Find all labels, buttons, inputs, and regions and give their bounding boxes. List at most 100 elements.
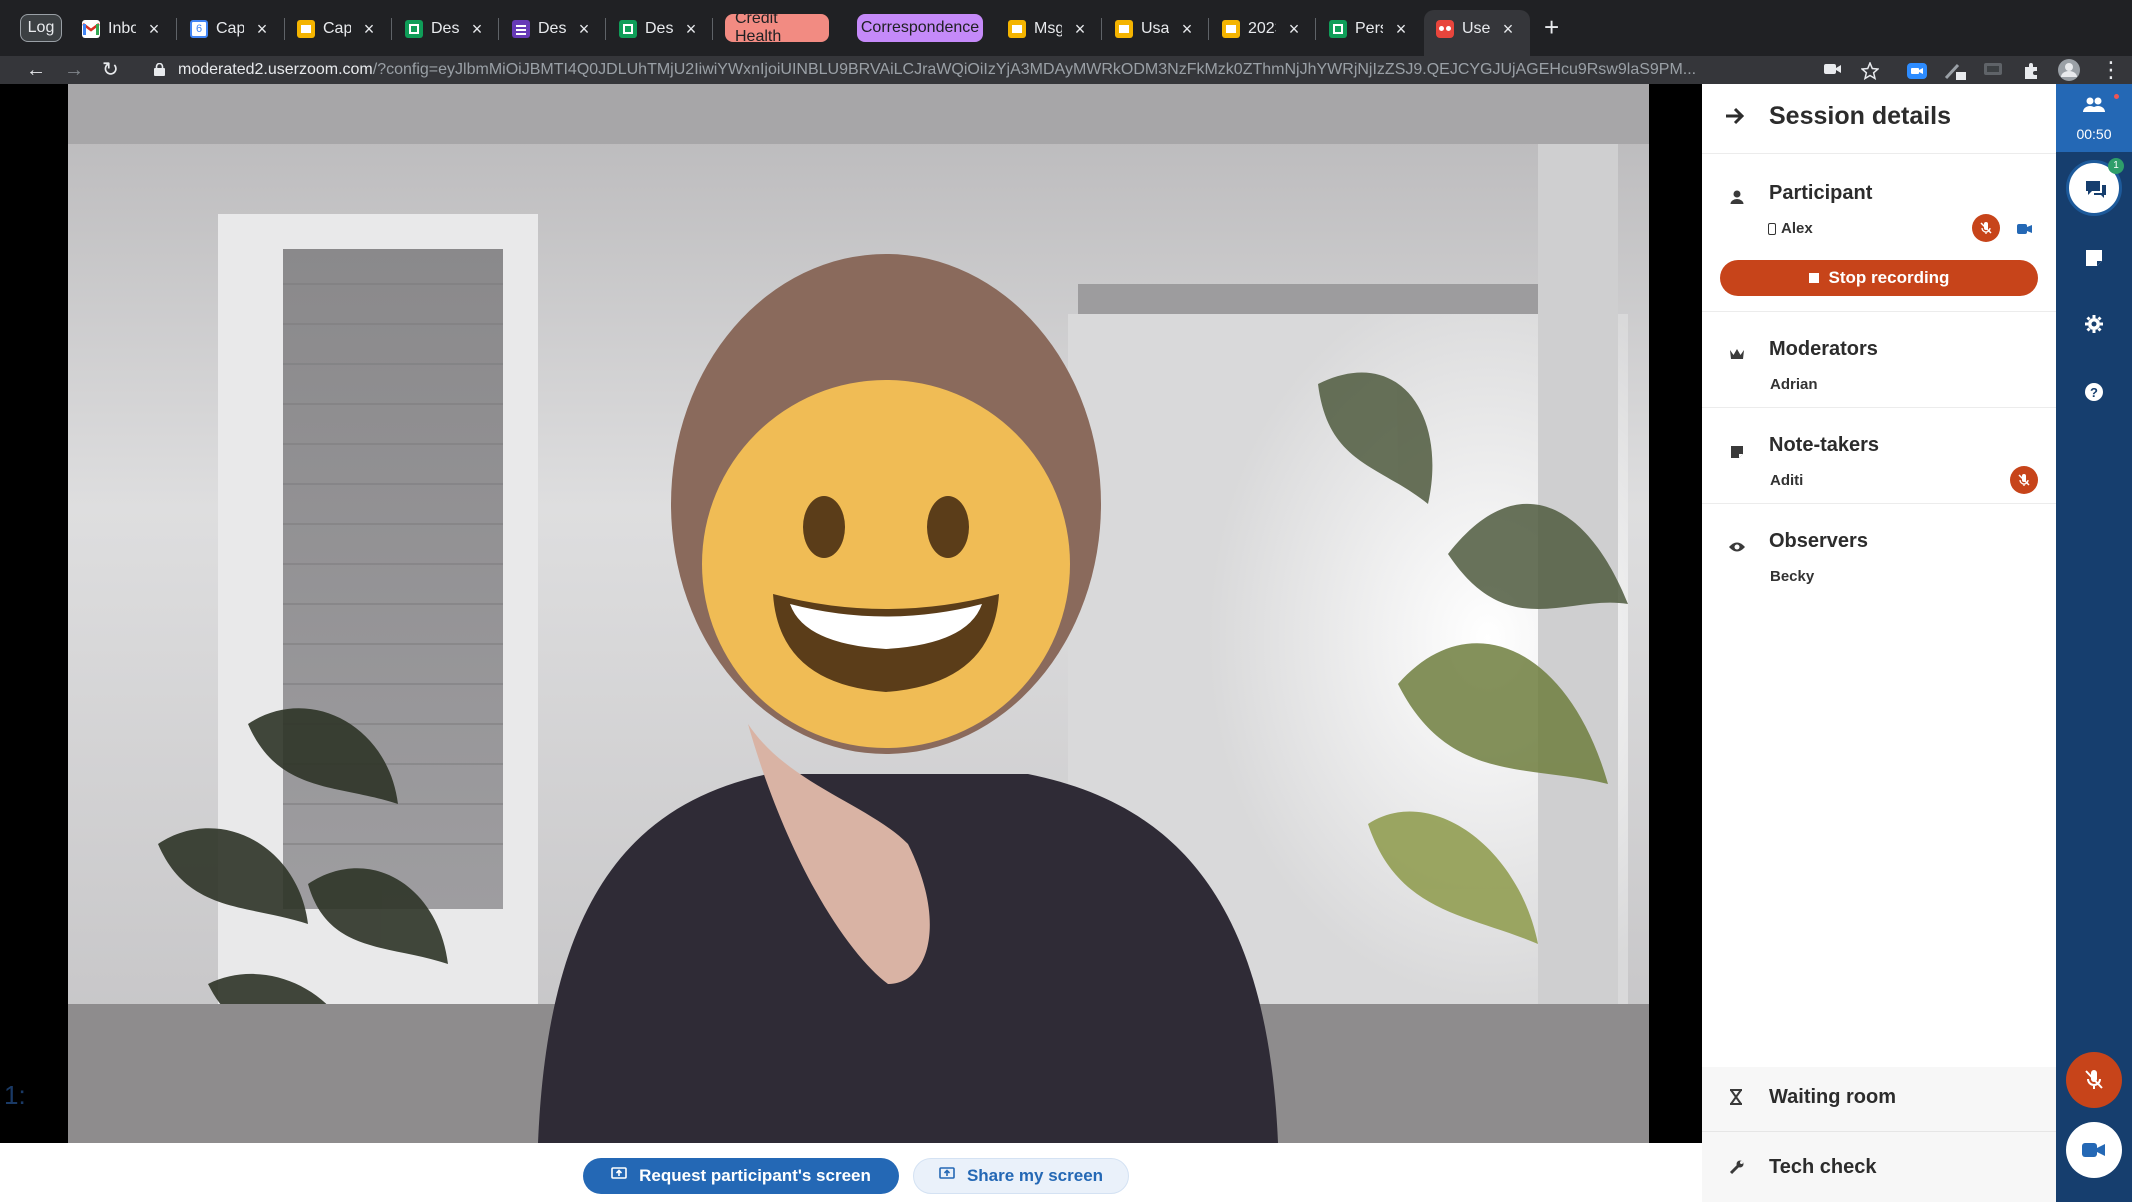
- hourglass-icon: [1729, 1089, 1745, 1105]
- bookmark-star-icon[interactable]: [1860, 61, 1880, 81]
- lock-icon: [154, 62, 165, 76]
- tab-desi-forms[interactable]: Desi ×: [512, 14, 592, 44]
- moderators-section: Moderators Adrian: [1702, 312, 2056, 408]
- tab-desi-sheets-2[interactable]: Desi ×: [619, 14, 699, 44]
- url-host: moderated2.userzoom.com: [178, 61, 373, 78]
- observers-heading: Observers: [1769, 530, 1868, 552]
- request-participant-screen-button[interactable]: Request participant's screen: [583, 1158, 899, 1194]
- session-timer: 00:50: [2056, 84, 2132, 152]
- slides-icon: [297, 20, 315, 38]
- tab-usab[interactable]: Usab ×: [1115, 14, 1195, 44]
- video-stage: 1:: [0, 84, 1702, 1143]
- tab-2023[interactable]: 2023 ×: [1222, 14, 1302, 44]
- close-tab-icon[interactable]: ×: [1393, 19, 1409, 40]
- extensions-puzzle-icon[interactable]: [2022, 62, 2040, 79]
- back-arrow-icon[interactable]: ←: [26, 56, 46, 84]
- slides-icon: [1222, 20, 1240, 38]
- request-screen-label: Request participant's screen: [639, 1166, 871, 1185]
- reload-icon[interactable]: ↻: [102, 56, 119, 84]
- participant-name: Alex: [1781, 220, 1813, 237]
- browser-menu-icon[interactable]: ⋮: [2100, 56, 2122, 84]
- sheets-icon: [619, 20, 637, 38]
- tab-title: Capit: [216, 20, 244, 37]
- participant-section: Participant Alex Stop recording: [1702, 154, 2056, 312]
- close-tab-icon[interactable]: ×: [1179, 19, 1195, 40]
- tab-log[interactable]: Log: [20, 14, 62, 42]
- pen-extension-icon[interactable]: [1944, 62, 1966, 80]
- participant-mic-muted-icon[interactable]: [1972, 214, 2000, 242]
- camera-in-use-icon[interactable]: [1824, 62, 1842, 78]
- stop-recording-label: Stop recording: [1828, 268, 1950, 287]
- timer-value: 00:50: [2076, 126, 2112, 142]
- toggle-camera-button[interactable]: [2066, 1122, 2122, 1178]
- forms-icon: [512, 20, 530, 38]
- tab-capit-calendar[interactable]: 6 Capit ×: [190, 14, 270, 44]
- panel-footer: Waiting room Tech check: [1702, 1067, 2056, 1202]
- participant-camera-icon[interactable]: [2017, 222, 2033, 240]
- tech-check-label: Tech check: [1769, 1156, 1877, 1178]
- tab-capit-slides[interactable]: Capit ×: [297, 14, 377, 44]
- tab-title: Pers: [1355, 20, 1383, 37]
- tab-pers[interactable]: Pers ×: [1329, 14, 1409, 44]
- chat-button[interactable]: 1: [2066, 158, 2124, 216]
- tab-inbox[interactable]: Inbox ×: [82, 14, 162, 44]
- profile-avatar-icon[interactable]: [2058, 59, 2080, 81]
- note-taker-mic-muted-icon[interactable]: [2010, 466, 2038, 494]
- close-tab-icon[interactable]: ×: [469, 19, 485, 40]
- url-path: /?config=eyJlbmMiOiJBMTI4Q0JDLUhTMjU2Iiw…: [372, 61, 1697, 78]
- close-tab-icon[interactable]: ×: [576, 19, 592, 40]
- mute-microphone-button[interactable]: [2066, 1052, 2122, 1108]
- help-icon[interactable]: ?: [2084, 382, 2104, 402]
- calendar-icon: 6: [190, 20, 208, 38]
- close-tab-icon[interactable]: ×: [1500, 19, 1516, 40]
- new-tab-icon[interactable]: +: [1544, 12, 1559, 43]
- session-details-panel: Session details Participant Alex Stop re…: [1702, 84, 2056, 1202]
- edge-digit: 1:: [4, 1080, 26, 1110]
- close-tab-icon[interactable]: ×: [146, 19, 162, 40]
- tab-title: Msg: [1034, 20, 1062, 37]
- svg-text:?: ?: [2090, 385, 2098, 400]
- slides-icon: [1115, 20, 1133, 38]
- tab-separator: [1315, 18, 1316, 40]
- sheets-icon: [405, 20, 423, 38]
- tab-title: Usab: [1141, 20, 1169, 37]
- person-icon: [1729, 189, 1745, 205]
- stop-recording-button[interactable]: Stop recording: [1720, 260, 2038, 296]
- video-camera-icon: [2082, 1141, 2106, 1164]
- tab-user-active[interactable]: User ×: [1436, 14, 1516, 44]
- address-bar[interactable]: moderated2.userzoom.com/?config=eyJlbmMi…: [178, 56, 1806, 84]
- tab-separator: [712, 18, 713, 40]
- browser-tab-strip: Log Inbox × 6 Capit × Capit × Desi × Des…: [0, 0, 2132, 56]
- mic-muted-icon: [2084, 1068, 2104, 1097]
- forward-arrow-icon[interactable]: →: [64, 56, 84, 84]
- tech-check-item[interactable]: Tech check: [1702, 1137, 2056, 1201]
- share-my-screen-button[interactable]: Share my screen: [913, 1158, 1129, 1194]
- tab-title: Inbox: [108, 20, 136, 37]
- tab-title: Desi: [645, 20, 673, 37]
- tab-desi-sheets[interactable]: Desi ×: [405, 14, 485, 44]
- gmail-icon: [82, 20, 100, 38]
- close-tab-icon[interactable]: ×: [1286, 19, 1302, 40]
- tab-separator: [498, 18, 499, 40]
- sheets-icon: [1329, 20, 1347, 38]
- tab-group-correspondence[interactable]: Correspondence: [857, 14, 983, 42]
- participants-group-icon[interactable]: [2082, 96, 2106, 119]
- settings-gear-icon[interactable]: [2084, 314, 2104, 334]
- moderator-name: Adrian: [1770, 376, 1818, 393]
- recording-dot: [2114, 94, 2119, 99]
- tab-title: User: [1462, 20, 1490, 37]
- tab-group-credit-health[interactable]: Credit Health: [725, 10, 829, 45]
- close-tab-icon[interactable]: ×: [254, 19, 270, 40]
- extension-box-icon[interactable]: [1984, 62, 2002, 78]
- tab-separator: [176, 18, 177, 40]
- waiting-room-item[interactable]: Waiting room: [1702, 1067, 2056, 1131]
- zoom-extension-icon[interactable]: [1907, 62, 1927, 79]
- slides-icon: [1008, 20, 1026, 38]
- collapse-panel-arrow-icon[interactable]: [1724, 106, 1746, 131]
- waiting-room-label: Waiting room: [1769, 1086, 1897, 1108]
- tab-msg[interactable]: Msg ×: [1008, 14, 1088, 44]
- close-tab-icon[interactable]: ×: [683, 19, 699, 40]
- close-tab-icon[interactable]: ×: [361, 19, 377, 40]
- close-tab-icon[interactable]: ×: [1072, 19, 1088, 40]
- notes-icon[interactable]: [2084, 248, 2104, 268]
